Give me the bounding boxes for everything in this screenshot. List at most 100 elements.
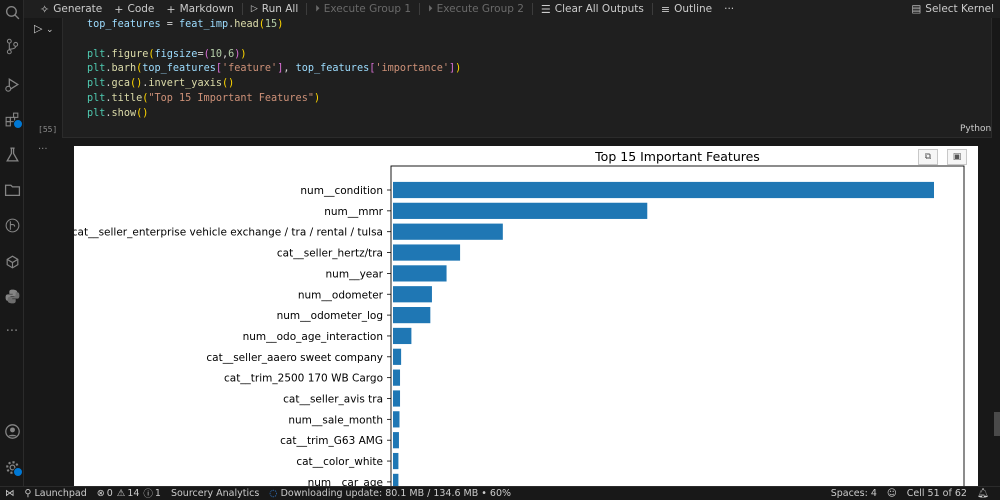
info-icon: ⓘ: [143, 489, 153, 500]
sync-icon: ◌: [269, 487, 278, 499]
y-tick-label: num__mmr: [324, 206, 383, 218]
code-token: feat_imp: [179, 19, 229, 30]
notifications-button[interactable]: 🔔︎: [972, 488, 994, 499]
execute-group-1-label: Execute Group 1: [323, 3, 412, 15]
bar: [393, 473, 399, 486]
scrollbar-thumb[interactable]: [994, 412, 1000, 436]
add-markdown-button[interactable]: + Markdown: [160, 0, 239, 18]
kernel-icon: ▤: [911, 3, 922, 15]
warning-icon: ⚠: [116, 487, 126, 499]
bar: [393, 452, 399, 470]
problems-indicator[interactable]: ⊗ 0 ⚠ 14 ⓘ 1: [92, 486, 166, 500]
launchpad-label: Launchpad: [34, 487, 87, 499]
execute-group-icon: ⏵: [428, 4, 433, 14]
run-all-button[interactable]: ▷ Run All: [245, 0, 304, 18]
select-kernel-button[interactable]: ▤ Select Kernel: [911, 0, 994, 18]
code-cell[interactable]: top_features = feat_imp.head(15) plt.fig…: [62, 18, 992, 138]
errors-count: 0: [106, 487, 113, 499]
code-line[interactable]: plt.title("Top 15 Important Features"): [87, 92, 461, 107]
code-token: plt: [87, 63, 106, 75]
code-token: 'feature': [221, 63, 278, 75]
account-icon[interactable]: [0, 419, 24, 443]
download-label: Downloading update: 80.1 MB / 134.6 MB •…: [280, 487, 512, 499]
notebook-toolbar: ✧ Generate + Code + Markdown ▷ Run All ⏵ Exec…: [24, 0, 1000, 18]
python-icon[interactable]: [0, 284, 24, 308]
spaces-label: Spaces: 4: [830, 488, 877, 499]
bar: [393, 223, 503, 240]
remote-icon: ⋈: [5, 487, 15, 499]
remote-indicator[interactable]: ⋈: [0, 488, 20, 499]
info-count: 1: [154, 487, 161, 499]
run-cell-button[interactable]: ▷ ⌄: [34, 22, 54, 35]
git-graph-icon[interactable]: [0, 213, 24, 237]
remote-explorer-icon[interactable]: [0, 249, 24, 273]
bar: [393, 432, 399, 449]
bar: [393, 390, 401, 407]
y-tick-label: cat__seller_hertz/tra: [277, 248, 383, 260]
code-line[interactable]: top_features = feat_imp.head(15): [87, 18, 461, 33]
testing-icon[interactable]: [0, 142, 24, 166]
output-menu-icon[interactable]: ···: [38, 144, 48, 155]
y-tick-label: num__year: [326, 268, 384, 280]
code-token: 15: [264, 19, 278, 30]
copilot-button[interactable]: ☺: [882, 488, 902, 499]
code-line[interactable]: plt.show(): [87, 107, 461, 122]
cell-output: Top 15 Important Features num__condition n…: [74, 146, 978, 486]
code-line[interactable]: plt.barh(top_features['feature'], top_fe…: [87, 62, 461, 77]
outline-label: Outline: [674, 3, 713, 15]
update-progress[interactable]: ◌ Downloading update: 80.1 MB / 134.6 MB …: [264, 488, 516, 499]
chevron-down-icon: ⌄: [45, 25, 54, 35]
launchpad-icon: ⚲: [24, 487, 32, 499]
copy-output-button[interactable]: ⧉: [918, 149, 938, 165]
code-token: (): [136, 107, 149, 119]
search-icon[interactable]: [0, 0, 24, 24]
y-tick-label: cat__color_white: [296, 456, 383, 468]
code-line[interactable]: [87, 33, 461, 48]
clear-all-outputs-button[interactable]: ☰ Clear All Outputs: [535, 0, 650, 18]
code-line[interactable]: plt.figure(figsize=(10,6)): [87, 48, 461, 63]
generate-button[interactable]: ✧ Generate: [34, 0, 108, 18]
launchpad-button[interactable]: ⚲ Launchpad: [20, 488, 92, 499]
extensions-icon[interactable]: [0, 107, 24, 131]
code-token: title: [111, 92, 143, 104]
execute-group-2-button[interactable]: ⏵ Execute Group 2: [422, 0, 530, 18]
code-editor[interactable]: top_features = feat_imp.head(15) plt.fig…: [87, 18, 461, 122]
add-code-button[interactable]: + Code: [108, 0, 160, 18]
y-tick-label: num__odometer: [298, 289, 384, 301]
activity-bar: ···: [0, 0, 24, 486]
bar: [393, 202, 648, 219]
cell-position[interactable]: Cell 51 of 62: [902, 488, 972, 499]
execute-group-1-button[interactable]: ⏵ Execute Group 1: [309, 0, 417, 18]
run-debug-icon[interactable]: [0, 72, 24, 96]
more-actions-button[interactable]: ···: [718, 0, 740, 18]
code-token: head: [234, 19, 259, 30]
code-token: top_features: [295, 63, 370, 75]
cell-position-label: Cell 51 of 62: [906, 488, 967, 499]
code-token: plt: [87, 48, 106, 60]
y-tick-label: num__condition: [300, 185, 383, 197]
code-token: ): [240, 48, 247, 60]
code-token: top_features: [87, 19, 161, 30]
outline-button[interactable]: ≡ Outline: [655, 0, 718, 18]
explorer-folder-icon[interactable]: [0, 177, 24, 201]
cell-language[interactable]: Python: [960, 124, 991, 134]
plus-icon: +: [114, 2, 124, 16]
sourcery-button[interactable]: Sourcery Analytics: [166, 488, 264, 499]
execution-count: [55]: [38, 125, 58, 134]
settings-gear-icon[interactable]: [0, 455, 24, 479]
more-views-icon[interactable]: ···: [0, 319, 24, 343]
save-output-button[interactable]: ▣: [947, 149, 967, 165]
copilot-icon: ☺: [886, 488, 897, 499]
toolbar-divider: [306, 3, 308, 15]
code-token: gca: [111, 78, 130, 90]
select-kernel-label: Select Kernel: [925, 3, 994, 15]
y-tick-label: num__odometer_log: [277, 310, 383, 322]
indentation-button[interactable]: Spaces: 4: [826, 488, 882, 499]
bell-icon: 🔔︎: [976, 488, 989, 499]
execute-group-icon: ⏵: [315, 4, 320, 14]
code-line[interactable]: plt.gca().invert_yaxis(): [87, 77, 461, 92]
y-tick-label: num__sale_month: [288, 414, 383, 426]
toolbar-divider: [241, 3, 243, 15]
source-control-icon[interactable]: [0, 34, 24, 58]
bar: [393, 286, 432, 303]
